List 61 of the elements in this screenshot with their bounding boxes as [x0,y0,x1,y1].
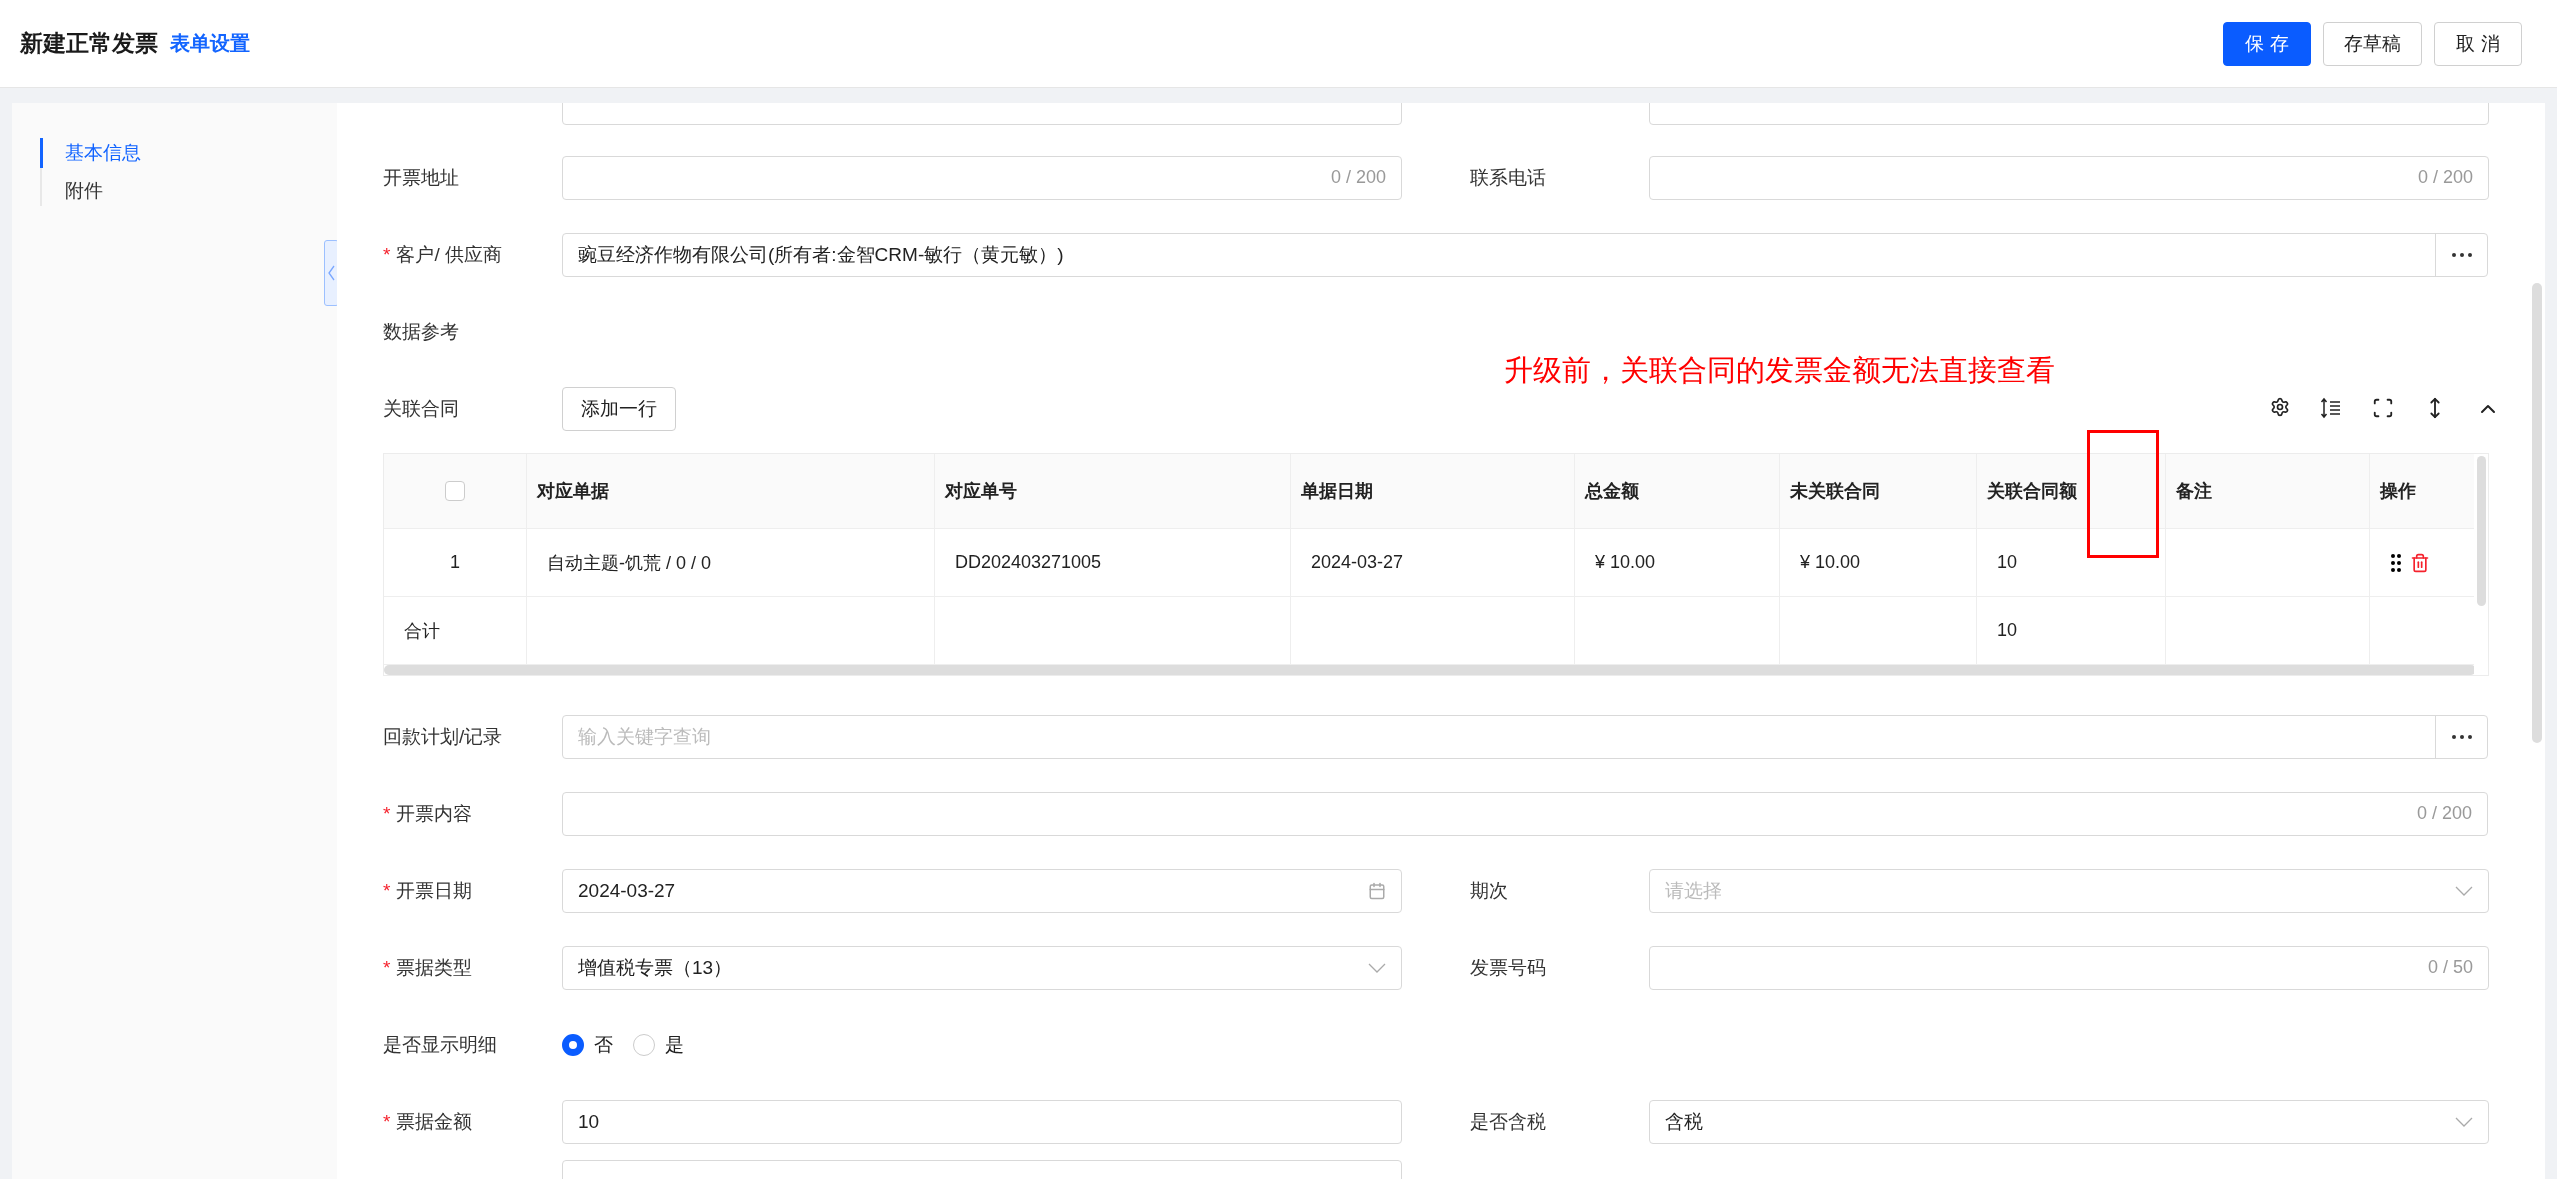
calendar-icon [1368,881,1386,900]
row-number: 1 [384,529,527,597]
field-label: * 开票内容 [383,801,474,826]
chevron-down-icon [2455,1116,2473,1127]
table-header-cell: 总金额 [1575,454,1780,529]
table-cell: DD202403271005 [935,529,1291,597]
lookup-field[interactable]: 豌豆经济作物有限公司(所有者:金智CRM-敏行（黄元敏）) [562,232,2488,277]
settings-icon[interactable] [2270,396,2290,417]
select-field[interactable]: 含税 [1649,1099,2489,1144]
chevron-down-icon [2455,885,2473,896]
chevron-left-icon [328,265,335,281]
chevron-down-icon [1368,962,1386,973]
total-label: 合计 [384,597,527,665]
table-header-cell: 备注 [2166,454,2370,529]
field-label: 期次 [1470,878,1509,903]
field-label: 开票地址 [383,165,460,190]
table-cell: ¥ 10.00 [1780,529,1977,597]
radio-label: 否 [594,1032,613,1057]
field-label: * 票据金额 [383,1109,474,1134]
field-label: 是否显示明细 [383,1032,498,1057]
table-header-cell: 对应单号 [935,454,1291,529]
table-cell: ¥ 10.00 [1575,529,1780,597]
radio-label: 是 [665,1032,684,1057]
drag-handle-icon[interactable] [2390,552,2402,573]
row-height-icon[interactable] [2320,396,2342,419]
table-header-cell: 对应单据 [527,454,935,529]
field-label: * 开票日期 [383,878,474,903]
fullscreen-icon[interactable] [2372,396,2394,419]
select-field[interactable]: 增值税专票（13） [562,945,1402,990]
field-label: 数据参考 [383,319,460,344]
add-row-button[interactable]: 添加一行 [562,386,676,431]
field-label: * 客户/ 供应商 [383,242,503,267]
sidebar-item[interactable]: 附件 [40,176,337,206]
header-button[interactable]: 存草稿 [2323,21,2422,66]
table-header-cell: 关联合同额 [1977,454,2166,529]
table-cell: 2024-03-27 [1291,529,1575,597]
radio-button[interactable] [562,1033,584,1056]
field-label: 联系电话 [1470,165,1547,190]
table-header-cell: 操作 [2370,454,2476,529]
field-label: 发票号码 [1470,955,1547,980]
select-all-checkbox[interactable] [445,481,465,501]
field-label: 回款计划/记录 [383,724,504,749]
table-cell: 10 [1977,529,2166,597]
field-label: 关联合同 [383,396,460,421]
table-cell: 10 [1977,597,2166,665]
table-scrollbar[interactable] [2476,456,2486,606]
field-label: * 票据类型 [383,955,474,980]
table-header-cell: 单据日期 [1291,454,1575,529]
page-scrollbar[interactable] [2531,283,2542,743]
date-field[interactable]: 2024-03-27 [562,868,1402,913]
header-button[interactable]: 取 消 [2434,21,2522,66]
field-label: 是否含税 [1470,1109,1547,1134]
text-field[interactable]: 10 [562,1099,1402,1144]
form-settings-link[interactable]: 表单设置 [170,30,250,57]
table-cell: 自动主题-饥荒 / 0 / 0 [527,529,935,597]
save-button[interactable]: 保 存 [2223,21,2311,66]
table-header-cell: 未关联合同 [1780,454,1977,529]
annotation-text: 升级前，关联合同的发票金额无法直接查看 [1504,353,2055,388]
delete-icon[interactable] [2410,552,2430,573]
page-title: 新建正常发票 [20,29,158,58]
horizontal-scrollbar[interactable] [384,665,2476,675]
